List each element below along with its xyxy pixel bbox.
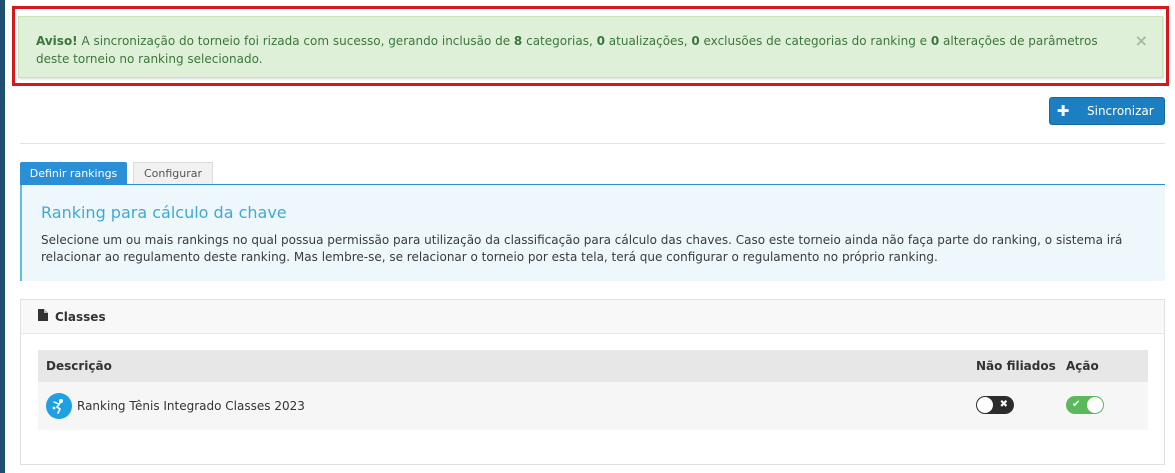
ranking-logo-icon [46,393,72,419]
document-icon [38,309,48,324]
info-callout: Ranking para cálculo da chave Selecione … [20,185,1165,281]
table-header: Descrição Não filiados Ação [38,350,1148,382]
info-title: Ranking para cálculo da chave [41,203,287,222]
check-icon: ✔ [1072,398,1081,410]
x-icon: ✖ [999,398,1008,410]
left-edge-bar [0,0,5,473]
col-descricao: Descrição [46,359,112,373]
sync-button[interactable]: ✚ Sincronizar [1049,97,1165,125]
ranking-name: Ranking Tênis Integrado Classes 2023 [77,399,305,413]
table-row: Ranking Tênis Integrado Classes 2023 ✖ ✔ [38,382,1148,430]
classes-table: Descrição Não filiados Ação Ranking Têni… [38,350,1148,430]
alert-prefix: Aviso! [36,34,78,48]
info-text: Selecione um ou mais rankings no qual po… [41,233,1123,264]
divider [20,143,1165,144]
tab-configurar[interactable]: Configurar [133,162,213,184]
plus-icon: ✚ [1056,102,1070,120]
nao-filiados-toggle[interactable]: ✖ [976,395,1014,414]
panel-header: Classes [21,300,1164,334]
panel-title: Classes [55,309,106,324]
close-icon[interactable]: × [1135,32,1148,50]
tab-definir-rankings[interactable]: Definir rankings [20,162,127,184]
acao-toggle[interactable]: ✔ [1066,395,1104,414]
success-alert: Aviso! A sincronização do torneio foi ri… [18,16,1163,78]
sync-button-label: Sincronizar [1087,104,1154,118]
col-nao-filiados: Não filiados [976,359,1056,373]
col-acao: Ação [1066,359,1099,373]
classes-panel: Classes Descrição Não filiados Ação Rank… [20,299,1165,465]
